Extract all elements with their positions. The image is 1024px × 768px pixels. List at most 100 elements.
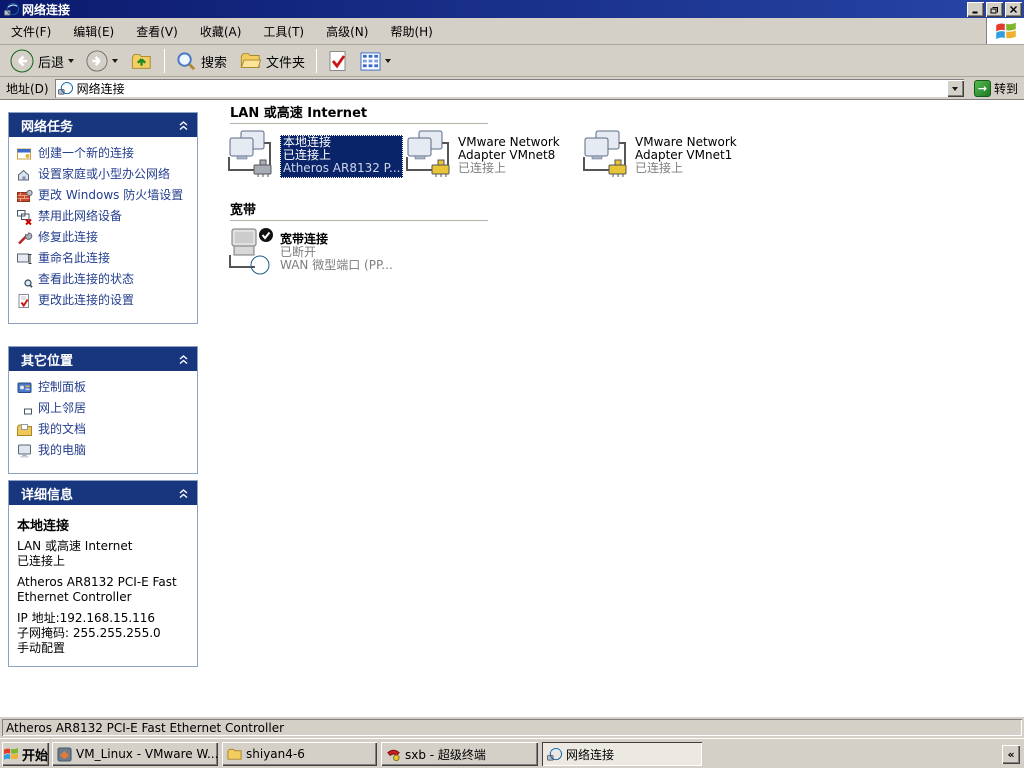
task-rename-connection[interactable]: 重命名此连接 (16, 251, 193, 267)
details-panel: 详细信息 本地连接 LAN 或高速 Internet 已连接上 Atheros … (8, 480, 198, 667)
task-disable-device[interactable]: 禁用此网络设备 (16, 209, 193, 225)
toolbar-separator (164, 49, 166, 73)
menu-edit[interactable]: 编辑(E) (62, 18, 125, 44)
chevron-left-double-icon: « (1007, 748, 1015, 761)
home-network-icon (18, 169, 33, 182)
vmware-icon (57, 746, 72, 762)
views-button[interactable] (354, 47, 397, 75)
address-dropdown-button[interactable] (946, 80, 964, 97)
folders-icon (240, 53, 262, 68)
windows-flag-icon (995, 21, 1017, 41)
sync-button[interactable] (322, 47, 354, 75)
start-button[interactable]: 开始 (2, 742, 49, 766)
disable-network-device-icon (17, 210, 32, 225)
task-view-status[interactable]: 查看此连接的状态 (16, 272, 193, 288)
toolbar: 后退 搜索 文件夹 (0, 46, 1024, 77)
place-control-panel[interactable]: 控制面板 (16, 380, 193, 396)
minimize-button[interactable] (967, 1, 984, 17)
connection-vmnet1[interactable]: VMware Network Adapter VMnet1 已连接上 (579, 130, 747, 178)
menu-tools[interactable]: 工具(T) (252, 18, 315, 44)
taskbar-button-label: sxb - 超级终端 (405, 747, 486, 762)
restore-button[interactable] (986, 1, 1003, 17)
folder-icon (227, 748, 242, 760)
place-my-computer[interactable]: 我的电脑 (16, 443, 193, 459)
back-button[interactable]: 后退 (4, 47, 80, 75)
repair-wrench-icon (18, 232, 33, 245)
taskbar-button-hyperterminal[interactable]: sxb - 超级终端 (381, 742, 538, 766)
collapse-chevron-icon[interactable] (178, 120, 189, 131)
menu-view[interactable]: 查看(V) (125, 18, 189, 44)
address-value: 网络连接 (76, 82, 125, 96)
minimize-icon (972, 11, 978, 13)
up-folder-icon (131, 54, 151, 69)
task-setup-home-network[interactable]: 设置家庭或小型办公网络 (16, 167, 193, 183)
folders-button[interactable]: 文件夹 (233, 47, 311, 75)
firewall-icon (17, 189, 33, 202)
connection-local-area[interactable]: 本地连接 已连接上 Atheros AR8132 P... (224, 130, 404, 178)
taskbar-button-label: 网络连接 (566, 747, 615, 762)
back-icon (10, 49, 34, 73)
search-button[interactable]: 搜索 (170, 47, 233, 75)
window-titlebar[interactable]: 网络连接 (0, 0, 1024, 18)
collapse-chevron-icon[interactable] (178, 354, 189, 365)
connection-label: 宽带连接 已断开 WAN 微型端口 (PP... (280, 232, 393, 272)
address-input[interactable]: 网络连接 (54, 79, 964, 98)
network-connections-icon (4, 2, 19, 17)
taskbar-button-network-connections[interactable]: 网络连接 (542, 742, 702, 766)
collapse-chevron-icon[interactable] (178, 488, 189, 499)
back-label: 后退 (38, 55, 65, 71)
up-button[interactable] (124, 47, 159, 75)
menu-favorites[interactable]: 收藏(A) (189, 18, 253, 44)
details-device-name: Atheros AR8132 PCI-E Fast Ethernet Contr… (17, 575, 177, 604)
details-header[interactable]: 详细信息 (9, 481, 197, 505)
details-connection-type: LAN 或高速 Internet (17, 539, 133, 553)
chevron-down-icon (952, 86, 959, 91)
views-dropdown-icon[interactable] (385, 59, 392, 63)
connection-broadband[interactable]: 宽带连接 已断开 WAN 微型端口 (PP... (224, 227, 393, 275)
network-connections-icon (58, 81, 73, 96)
network-tasks-header[interactable]: 网络任务 (9, 113, 197, 137)
place-my-documents[interactable]: 我的文档 (16, 422, 193, 438)
details-ip-address: IP 地址:192.168.15.116 (17, 611, 156, 625)
connection-status-icon (17, 273, 33, 288)
broadband-connection-icon (224, 227, 276, 275)
windows-logo-box (986, 18, 1024, 44)
task-change-firewall[interactable]: 更改 Windows 防火墙设置 (16, 188, 193, 204)
forward-dropdown-icon[interactable] (112, 59, 119, 63)
forward-button[interactable] (80, 47, 124, 75)
connection-label: VMware Network Adapter VMnet1 已连接上 (635, 135, 737, 175)
settings-page-icon (18, 294, 29, 308)
place-network-places[interactable]: 网上邻居 (16, 401, 193, 417)
go-button[interactable]: → 转到 (970, 79, 1022, 99)
task-create-connection[interactable]: 创建一个新的连接 (16, 146, 193, 162)
other-places-header[interactable]: 其它位置 (9, 347, 197, 371)
search-label: 搜索 (201, 55, 228, 71)
connection-label: VMware Network Adapter VMnet8 已连接上 (458, 135, 560, 175)
taskbar-button-vmware[interactable]: VM_Linux - VMware W... (52, 742, 218, 766)
task-change-settings[interactable]: 更改此连接的设置 (16, 293, 193, 309)
menu-help[interactable]: 帮助(H) (379, 18, 443, 44)
search-icon (177, 51, 196, 70)
menu-file[interactable]: 文件(F) (0, 18, 62, 44)
control-panel-icon (17, 382, 32, 393)
group-header-broadband: 宽带 (230, 199, 488, 221)
connection-label-selected: 本地连接 已连接上 Atheros AR8132 P... (280, 135, 404, 178)
go-arrow-icon: → (973, 80, 991, 97)
hyperterminal-phone-icon (387, 749, 400, 761)
task-repair-connection[interactable]: 修复此连接 (16, 230, 193, 246)
network-tasks-panel: 网络任务 创建一个新的连接 设置家庭或小型办公网络 更改 Windows 防火墙… (8, 112, 198, 324)
menu-advanced[interactable]: 高级(N) (315, 18, 379, 44)
taskbar-button-folder[interactable]: shiyan4-6 (222, 742, 377, 766)
connection-vmnet8[interactable]: VMware Network Adapter VMnet8 已连接上 (402, 130, 570, 178)
my-computer-icon (18, 444, 31, 458)
back-dropdown-icon[interactable] (68, 59, 75, 63)
restore-icon (990, 6, 998, 13)
status-text: Atheros AR8132 PCI-E Fast Ethernet Contr… (6, 720, 285, 735)
new-connection-wizard-icon (17, 148, 31, 160)
group-header-lan: LAN 或高速 Internet (230, 102, 488, 124)
taskbar-overflow-button[interactable]: « (1002, 745, 1020, 764)
details-connection-name: 本地连接 (17, 519, 70, 534)
lan-connection-icon (579, 130, 631, 178)
details-config-mode: 手动配置 (17, 641, 66, 655)
close-button[interactable] (1005, 1, 1022, 17)
